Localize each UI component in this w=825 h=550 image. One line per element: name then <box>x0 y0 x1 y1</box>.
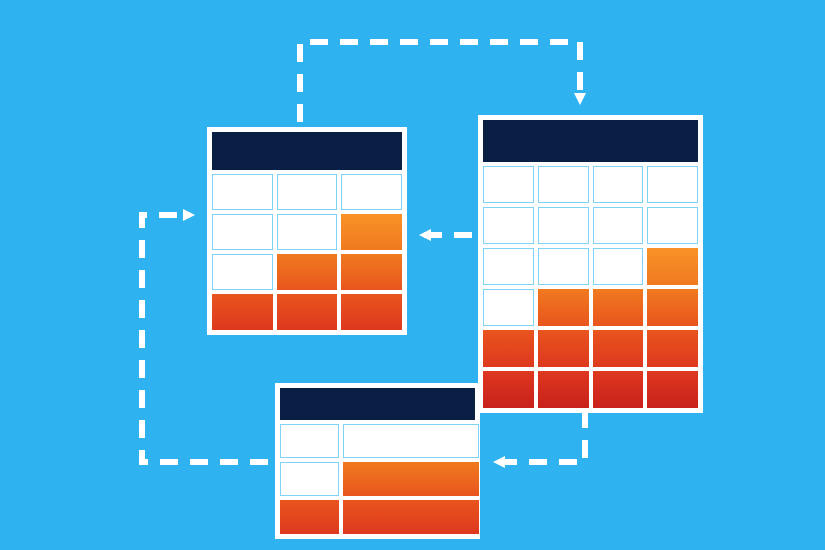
table-cell <box>647 330 698 367</box>
diagram-canvas <box>0 0 825 550</box>
table-cell <box>343 462 480 496</box>
table-cell <box>212 214 273 250</box>
table-cell <box>483 330 534 367</box>
table-cell <box>538 289 589 326</box>
table-cell <box>483 371 534 408</box>
table-cell <box>341 174 402 210</box>
table-cell <box>538 330 589 367</box>
arrow-top-left-to-right <box>300 42 580 122</box>
table-body <box>483 162 698 408</box>
table-cell <box>212 174 273 210</box>
table-cell <box>483 166 534 203</box>
table-cell <box>341 214 402 250</box>
table-cell <box>277 174 338 210</box>
table-cell <box>593 166 644 203</box>
table-cell <box>277 254 338 290</box>
table-cell <box>647 207 698 244</box>
table-cell <box>647 289 698 326</box>
table-cell <box>280 500 339 534</box>
table-cell <box>593 248 644 285</box>
table-cell <box>341 294 402 330</box>
table-cell <box>341 254 402 290</box>
table-cell <box>483 207 534 244</box>
table-cell <box>538 248 589 285</box>
table-cell <box>538 371 589 408</box>
table-cell <box>593 330 644 367</box>
table-cell <box>212 254 273 290</box>
arrow-right-to-bottom <box>498 410 585 462</box>
table-cell <box>538 207 589 244</box>
table-header <box>280 388 475 420</box>
table-cell <box>647 371 698 408</box>
table-header <box>483 120 698 162</box>
table-body <box>280 420 475 534</box>
table-cell <box>277 294 338 330</box>
table-cell <box>593 207 644 244</box>
table-cell <box>343 424 480 458</box>
table-cell <box>538 166 589 203</box>
table-cell <box>593 289 644 326</box>
table-cell <box>280 462 339 496</box>
table-cell <box>277 214 338 250</box>
table-header <box>212 132 402 170</box>
table-top-left <box>207 127 407 335</box>
table-cell <box>343 500 480 534</box>
table-cell <box>212 294 273 330</box>
table-cell <box>280 424 339 458</box>
table-cell <box>647 248 698 285</box>
table-cell <box>647 166 698 203</box>
table-bottom <box>275 383 480 539</box>
table-cell <box>483 248 534 285</box>
table-right <box>478 115 703 413</box>
table-body <box>212 170 402 330</box>
table-cell <box>483 289 534 326</box>
table-cell <box>593 371 644 408</box>
